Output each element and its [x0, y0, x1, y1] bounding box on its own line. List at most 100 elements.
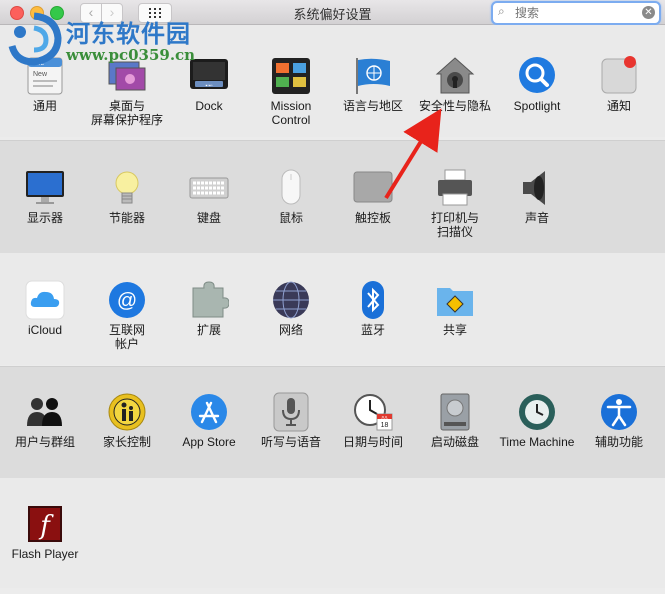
pane-dock[interactable]: ▪▫▪▫ Dock: [168, 56, 250, 146]
pane-label: 通用: [32, 99, 57, 113]
cloud-icon: [25, 280, 65, 320]
pane-label: 日期与时间: [342, 435, 403, 449]
pane-label: 桌面与 屏幕保护程序: [90, 99, 163, 127]
lightbulb-icon: [115, 171, 139, 204]
mission-control-icon: [272, 58, 310, 94]
globe-icon: [273, 281, 309, 319]
pane-energy-saver[interactable]: 节能器: [86, 168, 168, 258]
calendar-day-text: 18: [381, 422, 389, 429]
pane-internet-accounts[interactable]: @ 互联网 帐户: [86, 280, 168, 370]
at-sign-icon: @: [109, 282, 145, 318]
search-icon: ⌕: [498, 4, 505, 18]
pane-trackpad[interactable]: 触控板: [332, 168, 414, 258]
bluetooth-icon: [362, 281, 384, 319]
pane-app-store[interactable]: App Store: [168, 392, 250, 482]
pane-security-privacy[interactable]: 安全性与隐私: [414, 56, 496, 146]
dock-icon: ▪▫▪▫: [190, 59, 228, 89]
pane-label: 共享: [442, 323, 467, 337]
general-file-text: File: [33, 60, 44, 67]
pane-mission-control[interactable]: Mission Control: [250, 56, 332, 146]
trackpad-icon: [353, 171, 393, 203]
general-icon: File New: [27, 57, 63, 95]
pane-label: Time Machine: [499, 435, 575, 449]
row-other: [0, 478, 665, 588]
pane-bluetooth[interactable]: 蓝牙: [332, 280, 414, 370]
svg-text:@: @: [117, 290, 137, 312]
hard-disk-icon: [440, 393, 470, 431]
pane-extensions[interactable]: 扩展: [168, 280, 250, 370]
pane-label: Dock: [195, 99, 223, 113]
pane-label: 启动磁盘: [430, 435, 479, 449]
pane-network[interactable]: 网络: [250, 280, 332, 370]
keyboard-icon: [189, 177, 229, 199]
clock-calendar-icon: JUL 18: [354, 394, 393, 431]
pane-dictation-speech[interactable]: 听写与语音: [250, 392, 332, 482]
notifications-icon: [601, 56, 637, 94]
pane-sound[interactable]: 声音: [496, 168, 578, 258]
pane-flash-player[interactable]: f Flash Player: [4, 504, 86, 594]
printer-icon: [438, 169, 472, 206]
pane-label: 家长控制: [102, 435, 151, 449]
pane-spotlight[interactable]: Spotlight: [496, 56, 578, 146]
monitor-icon: [26, 171, 64, 204]
pane-displays[interactable]: 显示器: [4, 168, 86, 258]
app-store-icon: [191, 394, 227, 430]
pane-label: 显示器: [26, 211, 63, 225]
pane-label: 声音: [524, 211, 549, 225]
speaker-icon: [523, 171, 545, 205]
pane-label: 鼠标: [278, 211, 303, 225]
dock-screen-text: ▪▫▪▫: [205, 83, 212, 89]
pane-label: 键盘: [196, 211, 221, 225]
parental-controls-icon: [108, 393, 146, 431]
pane-label: Spotlight: [513, 99, 561, 113]
puzzle-piece-icon: [192, 281, 229, 318]
pane-startup-disk[interactable]: 启动磁盘: [414, 392, 496, 482]
pane-sharing[interactable]: 共享: [414, 280, 496, 370]
magnifier-icon: [519, 57, 555, 93]
pane-label: 触控板: [354, 211, 391, 225]
pane-label: 用户与群组: [14, 435, 75, 449]
pane-label: 通知: [606, 99, 631, 113]
pane-label: 节能器: [108, 211, 145, 225]
pane-general[interactable]: File New 通用: [4, 56, 86, 146]
clear-search-icon[interactable]: ✕: [642, 6, 655, 19]
search-input[interactable]: [513, 4, 632, 22]
pane-mouse[interactable]: 鼠标: [250, 168, 332, 258]
pane-printers-scanners[interactable]: 打印机与 扫描仪: [414, 168, 496, 258]
un-flag-icon: [356, 58, 390, 94]
pane-accessibility[interactable]: 辅助功能: [578, 392, 660, 482]
pane-label: 安全性与隐私: [418, 99, 491, 113]
title-bar: ‹ › 系统偏好设置 ⌕ ✕: [0, 0, 665, 25]
pane-date-time[interactable]: JUL 18 日期与时间: [332, 392, 414, 482]
house-lock-icon: [435, 57, 475, 94]
flash-player-icon: f: [28, 506, 62, 542]
microphone-icon: [273, 392, 309, 432]
general-new-text: New: [33, 71, 48, 78]
pane-label: Flash Player: [11, 547, 79, 561]
time-machine-icon: [519, 394, 555, 430]
accessibility-icon: [601, 394, 637, 430]
pane-label: 辅助功能: [594, 435, 643, 449]
pane-language-region[interactable]: 语言与地区: [332, 56, 414, 146]
search-field[interactable]: ⌕ ✕: [491, 1, 661, 25]
pane-label: 语言与地区: [342, 99, 403, 113]
users-icon: [27, 398, 62, 426]
pane-time-machine[interactable]: Time Machine: [496, 392, 578, 482]
pane-icloud[interactable]: iCloud: [4, 280, 86, 370]
pane-label: 打印机与 扫描仪: [430, 211, 479, 239]
pane-users-groups[interactable]: 用户与群组: [4, 392, 86, 482]
pane-desktop-screensaver[interactable]: 桌面与 屏幕保护程序: [86, 56, 168, 146]
pane-label: App Store: [182, 435, 236, 449]
pane-label: 互联网 帐户: [108, 323, 145, 351]
pane-label: 网络: [278, 323, 303, 337]
pane-keyboard[interactable]: 键盘: [168, 168, 250, 258]
pane-label: 听写与语音: [260, 435, 321, 449]
pane-notifications[interactable]: 通知: [578, 56, 660, 146]
pane-label: 蓝牙: [360, 323, 385, 337]
mouse-icon: [281, 169, 301, 205]
pane-parental-controls[interactable]: 家长控制: [86, 392, 168, 482]
pane-label: Mission Control: [270, 99, 312, 127]
calendar-month-text: JUL: [381, 415, 389, 420]
sharing-folder-icon: [437, 288, 473, 316]
pane-label: 扩展: [196, 323, 221, 337]
